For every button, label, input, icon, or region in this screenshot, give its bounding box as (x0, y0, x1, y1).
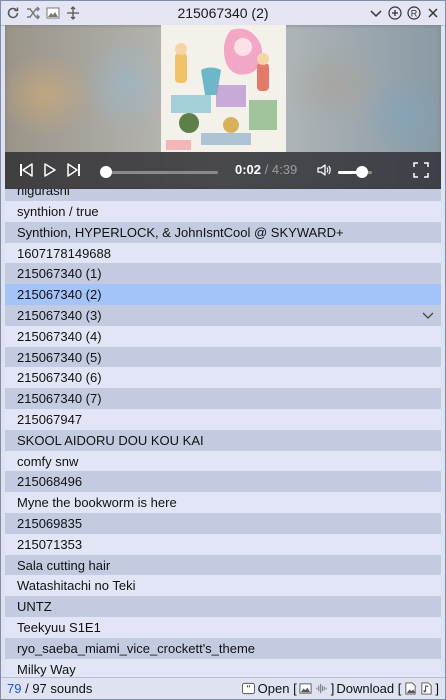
status-bar: 79 / 97 sounds “ Open [ ] Download [ ] (1, 677, 445, 699)
open-close-bracket: ] (330, 680, 335, 696)
list-item-label: 215067340 (5) (17, 349, 102, 365)
list-item[interactable]: Teekyuu S1E1 (5, 617, 441, 638)
total-count: 97 (32, 681, 47, 696)
seek-handle[interactable] (99, 166, 112, 178)
registered-icon[interactable]: R (406, 4, 422, 21)
list-item[interactable]: higurashi (5, 189, 441, 201)
list-item-label: 215067340 (4) (17, 328, 102, 344)
list-item[interactable]: comfy snw (5, 450, 441, 472)
list-item-selected[interactable]: 215067340 (2) (5, 284, 441, 306)
list-item[interactable]: 215069835 (5, 513, 441, 534)
time-separator: / (261, 162, 272, 177)
volume-slider[interactable] (338, 166, 372, 178)
current-time: 0:02 (235, 162, 262, 177)
list-item[interactable]: Watashitachi no Teki (5, 575, 441, 597)
list-item[interactable]: Sala cutting hair (5, 554, 441, 576)
list-item[interactable]: SKOOL AIDORU DOU KOU KAI (5, 429, 441, 451)
open-label[interactable]: Open [ (258, 681, 297, 696)
album-artwork (161, 25, 286, 152)
list-item-label: higurashi (17, 189, 70, 198)
list-item-label: 215069835 (17, 516, 83, 531)
list-item-label: Teekyuu S1E1 (17, 620, 101, 635)
list-item-label: 215068496 (17, 474, 83, 490)
volume-handle[interactable] (355, 166, 368, 178)
list-item-label: 215067340 (7) (17, 391, 102, 407)
list-item[interactable]: 1607178149688 (5, 242, 441, 264)
list-item-label: ryo_saeba_miami_vice_crockett's_theme (17, 640, 256, 656)
list-item-label: Milky Way (17, 661, 76, 677)
count-separator: / (21, 681, 33, 696)
list-item[interactable]: 215067340 (4) (5, 325, 441, 347)
player-controls: 0:02 / 4:39 (5, 152, 441, 189)
list-item-label: 215067340 (1) (17, 266, 102, 282)
fullscreen-icon[interactable] (412, 161, 430, 179)
list-item-label: 215067340 (3) (17, 308, 102, 323)
quote-icon[interactable]: “ (242, 680, 256, 696)
list-item[interactable]: 215067340 (1) (5, 263, 441, 285)
duration: 4:39 (271, 162, 298, 177)
list-item[interactable]: synthion / true (5, 201, 441, 222)
open-image-icon[interactable] (299, 680, 313, 696)
media-player: 0:02 / 4:39 (5, 25, 441, 189)
sound-list[interactable]: higurashi synthion / true Synthion, HYPER… (5, 189, 441, 677)
skip-forward-icon[interactable] (65, 161, 83, 179)
seek-slider[interactable] (99, 166, 218, 178)
list-item-label: SKOOL AIDORU DOU KOU KAI (17, 432, 204, 448)
add-circle-icon[interactable] (387, 4, 403, 21)
chevron-down-icon[interactable] (421, 307, 435, 323)
list-item[interactable]: 215067340 (7) (5, 388, 441, 410)
list-item-label: 215067947 (17, 412, 83, 427)
list-item-label: UNTZ (17, 599, 52, 615)
list-item[interactable]: UNTZ (5, 596, 441, 618)
sound-browser-window: 215067340 (2) R 0:02 / 4:39 higurashi sy… (0, 0, 446, 700)
count-unit: sounds (46, 681, 93, 696)
svg-text:R: R (411, 8, 418, 18)
list-item[interactable]: 215067340 (6) (5, 367, 441, 389)
time-readout: 0:02 / 4:39 (235, 162, 297, 177)
volume-icon[interactable] (315, 161, 333, 179)
download-image-icon[interactable] (403, 680, 417, 696)
list-item-label: Myne the bookworm is here (17, 495, 177, 511)
list-item-label: 1607178149688 (17, 245, 111, 261)
list-item[interactable]: Synthion, HYPERLOCK, & JohnIsntCool @ SK… (5, 221, 441, 243)
list-item[interactable]: Myne the bookworm is here (5, 492, 441, 514)
download-close-bracket: ] (435, 680, 439, 696)
skip-back-icon[interactable] (17, 161, 35, 179)
list-item[interactable]: 215067340 (3) (5, 305, 441, 326)
open-waveform-icon[interactable] (315, 680, 329, 696)
close-icon[interactable] (425, 4, 441, 21)
title-bar: 215067340 (2) R (1, 1, 445, 26)
list-item[interactable]: 215068496 (5, 471, 441, 493)
play-icon[interactable] (41, 161, 59, 179)
download-audio-icon[interactable] (419, 680, 433, 696)
list-item[interactable]: ryo_saeba_miami_vice_crockett's_theme (5, 637, 441, 659)
list-item-label: 215071353 (17, 536, 83, 552)
list-item-label: synthion / true (17, 204, 99, 219)
list-item[interactable]: Milky Way (5, 658, 441, 677)
list-item-label: 215067340 (2) (17, 287, 102, 303)
list-item[interactable]: 215067340 (5) (5, 346, 441, 368)
svg-text:“: “ (246, 684, 251, 695)
list-item-label: 215067340 (6) (17, 370, 102, 386)
list-item-label: Sala cutting hair (17, 557, 111, 573)
sound-count: 79 / 97 sounds (7, 681, 92, 696)
chevron-down-icon[interactable] (368, 4, 384, 21)
download-label[interactable]: Download [ (336, 681, 401, 696)
status-actions: “ Open [ ] Download [ ] (242, 680, 439, 696)
list-item[interactable]: 215067947 (5, 409, 441, 430)
list-item-label: Synthion, HYPERLOCK, & JohnIsntCool @ SK… (17, 224, 344, 240)
list-item[interactable]: 215071353 (5, 533, 441, 555)
list-item-label: comfy snw (17, 453, 79, 469)
list-item-label: Watashitachi no Teki (17, 578, 136, 594)
shown-count: 79 (7, 681, 22, 696)
